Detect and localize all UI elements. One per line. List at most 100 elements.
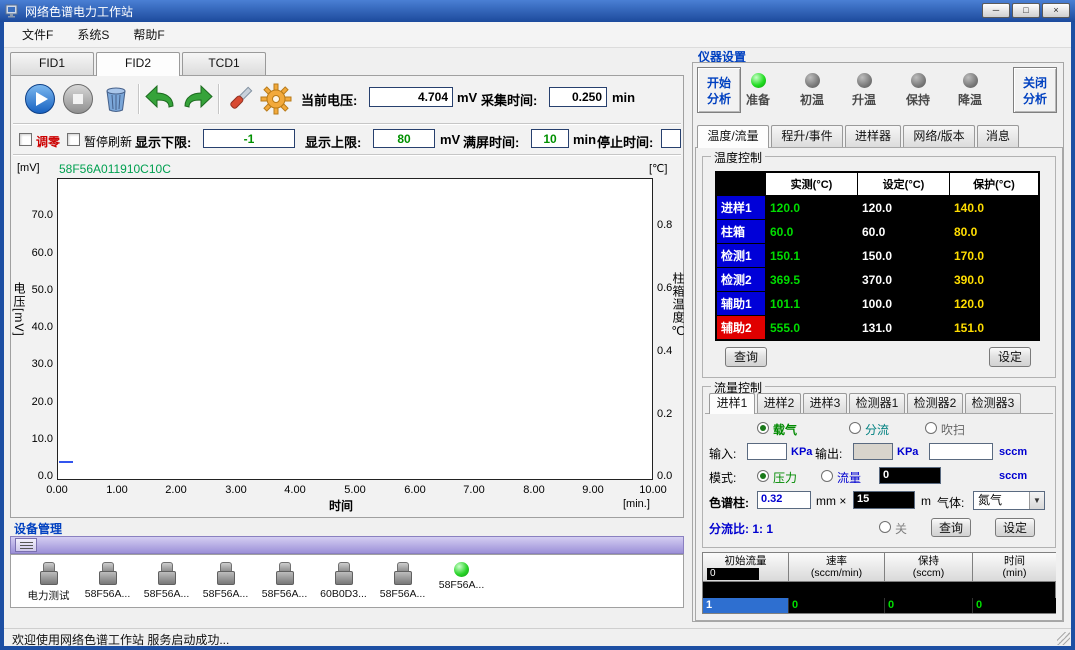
flow-query-button[interactable]: 查询 [931,518,971,537]
close-analysis-button[interactable]: 关闭 分析 [1013,67,1057,113]
stop-acquisition-button[interactable] [61,82,95,116]
undo-button[interactable] [143,82,177,116]
output-pressure-field[interactable] [853,443,893,460]
device-item[interactable]: 58F56A... [137,555,196,605]
x-tick: 0.00 [35,484,79,496]
lower-limit-label: 显示下限: [135,132,191,151]
measured-value: 60.0 [766,220,857,243]
tab-messages[interactable]: 消息 [977,125,1019,147]
program-time-cell[interactable]: 0 [973,598,1056,613]
purge-radio[interactable] [925,422,937,434]
set-value: 60.0 [858,220,949,243]
flow-tab-inlet3[interactable]: 进样3 [803,393,847,413]
tab-temp-flow[interactable]: 温度/流量 [697,125,769,148]
split-radio[interactable] [849,422,861,434]
tab-injector[interactable]: 进样器 [845,125,901,147]
settings-button[interactable] [259,82,293,116]
stop-time-field[interactable] [661,129,681,148]
flow-mode-radio[interactable] [821,470,833,482]
initial-flow-header: 初始流量 0 [703,553,788,581]
y-tick: 50.0 [17,284,53,296]
col-header-protect: 保护(°C) [950,173,1038,195]
right-tick: 0.8 [657,219,683,231]
device-item[interactable]: 60B0D3... [314,555,373,605]
flow-readout-field[interactable] [929,443,993,460]
zero-checkbox[interactable] [19,133,32,146]
device-label: 58F56A... [262,588,308,600]
split-ratio-label: 分流比: 1: 1 [709,520,773,537]
fullscreen-time-unit: min [573,132,596,147]
column-length-field[interactable]: 15 [853,491,915,509]
program-rate-cell[interactable]: 0 [789,598,884,613]
x-axis-unit: [min.] [623,498,650,510]
device-item[interactable]: 58F56A... [78,555,137,605]
column-diameter-field[interactable]: 0.32 [757,491,811,509]
acq-time-field[interactable]: 0.250 [549,87,607,107]
tab-network-version[interactable]: 网络/版本 [903,125,975,147]
device-list-view-button[interactable] [15,538,37,552]
carrier-gas-radio[interactable] [757,422,769,434]
toolbar-separator [138,84,140,114]
flow-setpoint-unit: sccm [999,470,1027,482]
temperature-query-button[interactable]: 查询 [725,347,767,367]
split-off-radio[interactable] [879,521,891,533]
clear-curve-button[interactable] [99,82,133,116]
resize-grip[interactable] [1057,632,1070,645]
flow-set-button[interactable]: 设定 [995,518,1035,537]
chromatogram-plot[interactable] [57,178,653,480]
adjust-tool-button[interactable] [223,82,257,116]
tab-fid1[interactable]: FID1 [10,52,94,75]
mode-label: 模式: [709,469,736,486]
pressure-mode-radio[interactable] [757,470,769,482]
current-voltage-field[interactable]: 4.704 [369,87,453,107]
device-item[interactable]: 58F56A... [196,555,255,605]
menu-system[interactable]: 系统S [65,22,121,47]
redo-arrow-icon [181,103,215,120]
x-tick: 1.00 [95,484,139,496]
flow-tab-inlet1[interactable]: 进样1 [709,393,755,414]
readout-unit: sccm [999,446,1027,458]
menu-help[interactable]: 帮助F [121,22,176,47]
redo-button[interactable] [181,82,215,116]
lower-limit-field[interactable]: -1 [203,129,295,148]
stage-label: 初温 [800,93,824,107]
protect-value: 120.0 [950,292,1038,315]
device-item[interactable]: 58F56A... [255,555,314,605]
x-axis-label: 时间 [329,497,353,514]
tab-program-events[interactable]: 程升/事件 [771,125,843,147]
device-icon [393,562,413,586]
flow-setpoint-field[interactable]: 0 [879,467,941,484]
tab-fid2[interactable]: FID2 [96,52,180,76]
flow-tab-detector1[interactable]: 检测器1 [849,393,905,413]
column-length-unit: m [921,494,931,508]
upper-limit-field[interactable]: 80 [373,129,435,148]
device-item-online[interactable]: 58F56A... [432,555,491,605]
flow-tab-inlet2[interactable]: 进样2 [757,393,801,413]
pause-refresh-checkbox[interactable] [67,133,80,146]
flow-tab-detector2[interactable]: 检测器2 [907,393,963,413]
set-value: 150.0 [858,244,949,267]
fullscreen-time-field[interactable]: 10 [531,129,569,148]
program-hold-cell[interactable]: 0 [885,598,972,613]
gas-type-select[interactable]: 氮气 ▼ [973,491,1045,510]
input-pressure-field[interactable] [747,443,787,460]
program-row-index[interactable]: 1 [703,598,788,613]
device-item[interactable]: 58F56A... [373,555,432,605]
menu-file[interactable]: 文件F [10,22,65,47]
tab-tcd1[interactable]: TCD1 [182,52,266,75]
gear-icon [259,103,293,120]
close-button[interactable]: × [1042,3,1070,18]
divider [13,154,681,156]
set-value: 131.0 [858,316,949,339]
device-item[interactable]: 电力测试 [19,555,78,605]
minimize-button[interactable]: ─ [982,3,1010,18]
initial-flow-field[interactable]: 0 [707,568,759,580]
temperature-set-button[interactable]: 设定 [989,347,1031,367]
measured-value: 150.1 [766,244,857,267]
y-tick: 60.0 [17,247,53,259]
maximize-button[interactable]: □ [1012,3,1040,18]
pause-refresh-label: 暂停刷新 [84,133,132,150]
start-acquisition-button[interactable] [23,82,57,116]
stage-initial-temp: 初温 [789,67,835,113]
flow-tab-detector3[interactable]: 检测器3 [965,393,1021,413]
